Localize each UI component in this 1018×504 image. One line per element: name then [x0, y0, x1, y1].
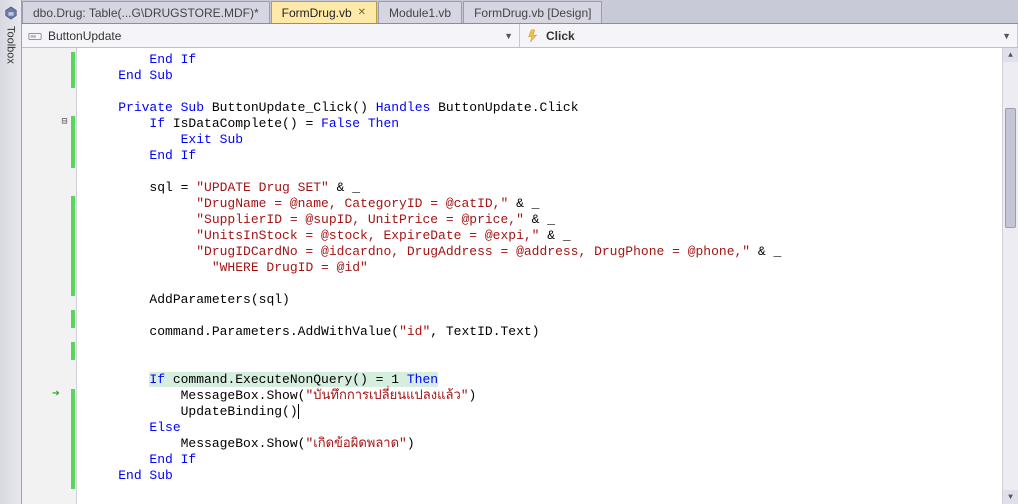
- change-marker: [71, 342, 75, 360]
- toolbox-label: Toolbox: [5, 26, 17, 64]
- editor-gutter: ⊟ ➔: [22, 48, 77, 504]
- toolbox-icon: [4, 6, 18, 20]
- vertical-scrollbar[interactable]: ▲ ▼: [1002, 48, 1018, 504]
- tab-formdrug-vb[interactable]: FormDrug.vb ✕: [271, 1, 377, 23]
- event-icon: [526, 29, 540, 43]
- dropdown-text: Click: [546, 29, 996, 43]
- change-marker: [71, 389, 75, 489]
- scroll-down-button[interactable]: ▼: [1003, 490, 1018, 504]
- tab-module1-vb[interactable]: Module1.vb: [378, 1, 462, 23]
- tab-formdrug-design[interactable]: FormDrug.vb [Design]: [463, 1, 602, 23]
- dropdown-text: ButtonUpdate: [48, 29, 498, 43]
- member-dropdowns: ButtonUpdate ▼ Click ▼: [22, 24, 1018, 48]
- button-icon: [28, 29, 42, 43]
- document-tabs: dbo.Drug: Table(...G\DRUGSTORE.MDF)* For…: [22, 0, 1018, 24]
- toolbox-panel-tab[interactable]: Toolbox: [0, 0, 22, 504]
- close-icon[interactable]: ✕: [358, 7, 366, 18]
- change-marker: [71, 310, 75, 328]
- code-area[interactable]: End If End Sub Private Sub ButtonUpdate_…: [77, 48, 1018, 504]
- tab-label: FormDrug.vb: [282, 6, 352, 20]
- event-dropdown[interactable]: Click ▼: [520, 24, 1018, 47]
- tab-label: FormDrug.vb [Design]: [474, 6, 591, 20]
- change-marker: [71, 116, 75, 168]
- chevron-down-icon: ▼: [504, 31, 513, 41]
- tab-label: Module1.vb: [389, 6, 451, 20]
- scroll-up-button[interactable]: ▲: [1003, 48, 1018, 62]
- tab-dbo-drug-table[interactable]: dbo.Drug: Table(...G\DRUGSTORE.MDF)*: [22, 1, 270, 23]
- current-line-arrow-icon: ➔: [52, 386, 60, 401]
- text-cursor: [298, 404, 299, 419]
- object-dropdown[interactable]: ButtonUpdate ▼: [22, 24, 520, 47]
- scroll-thumb[interactable]: [1005, 108, 1016, 228]
- code-editor[interactable]: ⊟ ➔ End If End Sub Private Sub ButtonUpd…: [22, 48, 1018, 504]
- change-marker: [71, 196, 75, 296]
- tab-label: dbo.Drug: Table(...G\DRUGSTORE.MDF)*: [33, 6, 259, 20]
- change-marker: [71, 52, 75, 88]
- outline-collapse-icon[interactable]: ⊟: [60, 116, 69, 128]
- chevron-down-icon: ▼: [1002, 31, 1011, 41]
